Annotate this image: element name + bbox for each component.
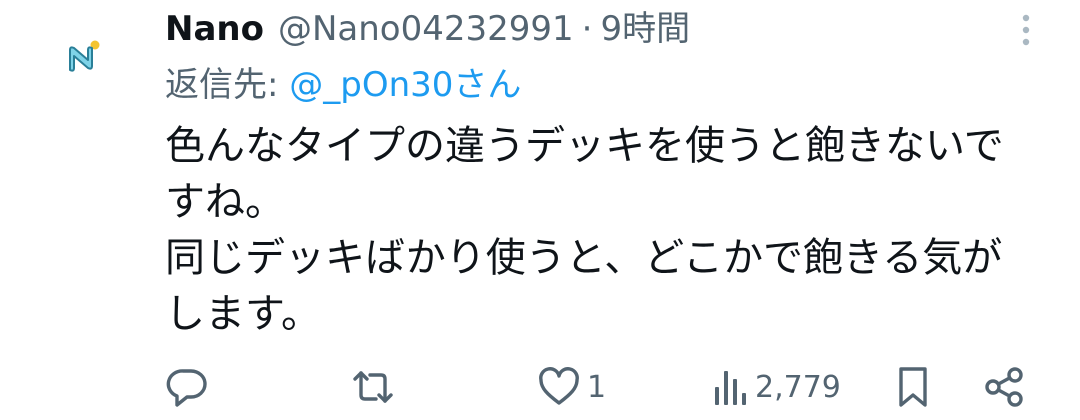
views-button[interactable]: 2,779: [713, 360, 841, 414]
separator-dot: ·: [581, 9, 593, 49]
bookmark-icon: [899, 367, 927, 407]
share-icon: [985, 367, 1023, 407]
tweet-header: Nano @Nano04232991 · 9時間: [165, 4, 690, 54]
tweet-text-line: 同じデッキばかり使うと、どこかで飽きる気が: [165, 235, 1003, 281]
reply-icon: [166, 369, 207, 407]
reply-prefix: 返信先:: [165, 65, 290, 105]
reply-button[interactable]: [165, 360, 209, 414]
action-bar: 1 2,779: [165, 360, 1035, 414]
bookmark-button[interactable]: [895, 360, 931, 414]
nano-logo-icon: [69, 40, 100, 72]
retweet-button[interactable]: [350, 360, 396, 414]
tweet-text-line: 色んなタイプの違うデッキを使うと飽きないで: [165, 123, 1004, 169]
reply-context: 返信先: @_pOn30さん: [165, 60, 521, 110]
more-options-button[interactable]: [1012, 12, 1040, 48]
tweet-text: 色んなタイプの違うデッキを使うと飽きないで すね。 同じデッキばかり使うと、どこ…: [165, 118, 1065, 342]
view-count: 2,779: [755, 369, 841, 405]
more-vertical-icon: [1022, 14, 1030, 46]
avatar[interactable]: [60, 36, 104, 80]
retweet-icon: [353, 371, 393, 403]
user-handle[interactable]: @Nano04232991: [278, 4, 574, 54]
like-button[interactable]: 1: [537, 360, 606, 414]
tweet-text-line: すね。: [165, 179, 285, 225]
reply-mention-link[interactable]: @_pOn30さん: [289, 65, 521, 105]
display-name[interactable]: Nano: [165, 4, 264, 54]
like-count: 1: [587, 369, 607, 405]
views-bar-chart-icon: [715, 371, 746, 405]
tweet-text-line: します。: [165, 291, 321, 337]
share-button[interactable]: [983, 360, 1025, 414]
timestamp[interactable]: 9時間: [600, 4, 690, 54]
heart-icon: [539, 367, 579, 405]
